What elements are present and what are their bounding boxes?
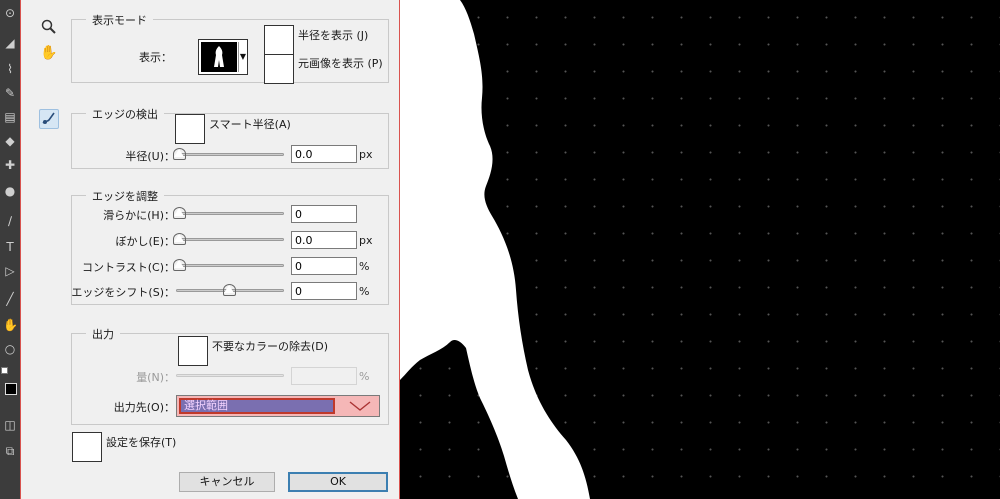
hand-icon[interactable]: ✋ xyxy=(39,43,59,63)
background-color-swatch[interactable] xyxy=(1,367,8,374)
tool-icon[interactable]: ▷ xyxy=(3,264,17,278)
view-label: 表示： xyxy=(139,51,172,64)
smart-radius-label: スマート半径(A) xyxy=(209,118,291,131)
output-to-label: 出力先(O)： xyxy=(113,401,175,414)
remember-settings-label: 設定を保存(T) xyxy=(106,436,177,449)
amount-field xyxy=(291,367,357,385)
contrast-slider[interactable] xyxy=(173,259,284,271)
feather-unit: px xyxy=(359,234,373,247)
show-original-label: 元画像を表示 (P) xyxy=(298,57,383,70)
shift-edge-slider-thumb[interactable] xyxy=(223,284,236,296)
radius-label: 半径(U)： xyxy=(125,150,175,163)
tool-icon[interactable]: ◢ xyxy=(3,36,17,50)
tool-icon[interactable]: ✎ xyxy=(3,86,17,100)
radius-slider-thumb[interactable] xyxy=(173,148,186,160)
smooth-field[interactable] xyxy=(291,205,357,223)
shift-edge-unit: % xyxy=(359,285,370,298)
feather-field[interactable] xyxy=(291,231,357,249)
refine-radius-brush-icon[interactable] xyxy=(39,109,59,129)
decontaminate-label: 不要なカラーの除去(D) xyxy=(212,340,329,353)
feather-slider-track xyxy=(176,238,284,241)
output-to-select[interactable]: 選択範囲 xyxy=(176,395,380,417)
smart-radius-checkbox[interactable] xyxy=(175,114,205,144)
show-original-checkbox[interactable] xyxy=(264,54,294,84)
remember-settings-checkbox[interactable] xyxy=(72,432,102,462)
smooth-label: 滑らかに(H)： xyxy=(103,209,175,222)
shift-edge-slider[interactable] xyxy=(174,284,284,296)
zoom-tool-icon[interactable]: ○ xyxy=(3,342,17,356)
dialog-tool-column: ✋ xyxy=(29,0,69,499)
decontaminate-checkbox[interactable] xyxy=(178,336,208,366)
amount-unit: % xyxy=(359,370,370,383)
edge-detection-legend: エッジの検出 xyxy=(86,106,164,122)
radius-field[interactable] xyxy=(291,145,357,163)
view-preview xyxy=(201,42,237,72)
screen-mode-icon[interactable]: ⧉ xyxy=(3,444,17,458)
output-to-value: 選択範囲 xyxy=(179,398,335,414)
zoom-icon[interactable] xyxy=(39,19,59,39)
tool-icon[interactable]: ╱ xyxy=(3,292,17,306)
show-radius-label: 半径を表示 (J) xyxy=(298,29,369,42)
radius-unit: px xyxy=(359,148,373,161)
contrast-slider-track xyxy=(176,264,284,267)
feather-label: ぼかし(E)： xyxy=(115,235,175,248)
show-radius-checkbox[interactable] xyxy=(264,25,294,55)
tool-icon[interactable]: ⊙ xyxy=(3,6,17,20)
contrast-field[interactable] xyxy=(291,257,357,275)
view-mode-legend: 表示モード xyxy=(86,12,153,28)
ok-button[interactable]: OK xyxy=(288,472,388,492)
tool-icon[interactable]: ✚ xyxy=(3,158,17,172)
quick-mask-icon[interactable]: ◫ xyxy=(3,418,17,432)
tool-icon[interactable]: ● xyxy=(3,184,17,198)
output-legend: 出力 xyxy=(86,326,120,342)
feather-slider[interactable] xyxy=(173,233,284,245)
shift-edge-label: エッジをシフト(S)： xyxy=(71,286,175,299)
radius-slider-track xyxy=(176,153,284,156)
refine-edge-dialog: ✋ 表示モード 表示： ▼ 半径を表示 (J) 元画像を表示 (P) エッジの検… xyxy=(20,0,400,499)
smooth-slider[interactable] xyxy=(173,207,284,219)
smooth-slider-track xyxy=(176,212,284,215)
chevron-down-icon[interactable] xyxy=(347,399,373,413)
cancel-button[interactable]: キャンセル xyxy=(179,472,275,492)
tool-icon[interactable]: ▤ xyxy=(3,110,17,124)
tool-icon[interactable]: ◆ xyxy=(3,134,17,148)
tool-icon[interactable]: ⌇ xyxy=(3,62,17,76)
document-canvas[interactable] xyxy=(400,0,1000,499)
feather-slider-thumb[interactable] xyxy=(173,233,186,245)
chevron-down-icon[interactable]: ▼ xyxy=(238,42,247,72)
tool-icon[interactable]: T xyxy=(3,240,17,254)
tool-icon[interactable]: ∕ xyxy=(3,214,17,228)
app-toolbar: ⊙ ◢ ⌇ ✎ ▤ ◆ ✚ ● ∕ T ▷ ╱ ✋ ○ ◫ ⧉ xyxy=(0,0,20,499)
adjust-edge-legend: エッジを調整 xyxy=(86,188,164,204)
foreground-color-swatch[interactable] xyxy=(5,383,17,395)
hand-tool-icon[interactable]: ✋ xyxy=(3,318,18,332)
radius-slider[interactable] xyxy=(173,148,284,160)
amount-label: 量(N)： xyxy=(136,371,175,384)
mask-silhouette xyxy=(400,0,590,499)
amount-slider-track xyxy=(176,374,284,377)
contrast-slider-thumb[interactable] xyxy=(173,259,186,271)
amount-slider xyxy=(174,370,284,380)
contrast-label: コントラスト(C)： xyxy=(81,261,175,274)
shift-edge-field[interactable] xyxy=(291,282,357,300)
contrast-unit: % xyxy=(359,260,370,273)
view-mode-picker[interactable]: ▼ xyxy=(198,39,248,75)
smooth-slider-thumb[interactable] xyxy=(173,207,186,219)
